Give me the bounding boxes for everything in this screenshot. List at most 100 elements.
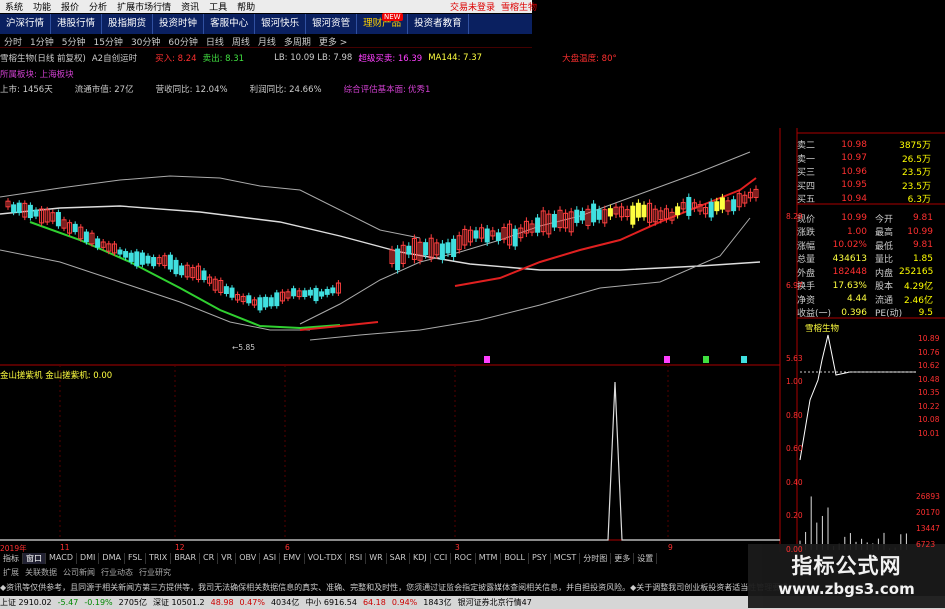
stock-name-link[interactable]: 雪榕生物 (501, 0, 537, 13)
indicator-tab[interactable]: VOL-TDX (305, 553, 347, 564)
menu-item[interactable]: 资讯 (176, 0, 204, 13)
indicator-tab[interactable]: CR (200, 553, 219, 564)
indicator-tab[interactable]: RSI (346, 553, 367, 564)
indicator-tab[interactable]: WR (366, 553, 387, 564)
menu-item[interactable]: 系统 (0, 0, 28, 13)
indicator-tab[interactable]: PSY (529, 553, 551, 564)
ask-price: 10.94 (841, 193, 867, 204)
login-status[interactable]: 交易未登录 (450, 0, 495, 13)
indicator-tab[interactable]: OBV (236, 553, 261, 564)
indicator-tab[interactable]: CCI (431, 553, 452, 564)
indicator-tab[interactable]: 更多 (611, 553, 635, 564)
candle (495, 232, 501, 241)
toolbar-item[interactable]: 银河资管 (306, 14, 358, 34)
quote-label: 收益(一) (797, 309, 832, 320)
indicator-line (0, 381, 780, 541)
indicator-tab[interactable]: 分时图 (580, 553, 612, 564)
quote-row: 现价 10.99 今开 9.81 (797, 212, 945, 226)
status-item: 中小 6916.54 (305, 598, 357, 607)
extra-tab[interactable]: 关联数据 (22, 567, 60, 578)
quote-row: 外盘 182448 内盘 252165 (797, 266, 945, 280)
period-button[interactable]: 30分钟 (127, 35, 164, 48)
quote-value: 2.46亿 (903, 295, 933, 306)
revenue-yoy: 营收同比: 12.04% (155, 85, 228, 95)
indicator-tab[interactable]: ROC (451, 553, 476, 564)
indicator-tab[interactable]: VR (218, 553, 237, 564)
indicator-tab[interactable]: MACD (46, 553, 77, 564)
period-button[interactable]: 月线 (254, 35, 280, 48)
extra-tab[interactable]: 公司新闻 (60, 567, 98, 578)
quote-row: 总量 434613 量比 1.85 (797, 252, 945, 266)
indicator-tab[interactable]: DMI (77, 553, 100, 564)
toolbar-item[interactable]: 投资者教育 (408, 14, 469, 34)
period-button[interactable]: 60分钟 (164, 35, 201, 48)
candle (134, 251, 140, 267)
indicator-tab[interactable]: FSL (125, 553, 146, 564)
indicator-tab[interactable]: MTM (476, 553, 502, 564)
indicator-tab[interactable]: ASI (260, 553, 281, 564)
score-value: 优秀1 (407, 85, 431, 95)
candle (16, 202, 22, 214)
menu-item[interactable]: 帮助 (232, 0, 260, 13)
quote-label: 涨幅 (797, 241, 816, 252)
mini-axis-label: 10.35 (918, 388, 940, 397)
toolbar-item[interactable]: 股指期货 (102, 14, 154, 34)
indicator-tab[interactable]: BOLL (501, 553, 529, 564)
candle (512, 228, 518, 247)
news-text[interactable]: ◆资讯等仅供参考，且同源于相关新闻方第三方提供等，我司无法确保相关数据信息的真实… (0, 582, 788, 593)
indicator-tab[interactable]: MCST (551, 553, 581, 564)
quote-label: 总量 (797, 255, 816, 266)
indicator-tab[interactable]: TRIX (146, 553, 172, 564)
candle (55, 212, 61, 227)
indicator-tab[interactable]: DMA (99, 553, 125, 564)
menu-item[interactable]: 功能 (28, 0, 56, 13)
indicator-tab[interactable]: SAR (387, 553, 410, 564)
status-item: 0.94% (391, 598, 418, 607)
toolbar-item[interactable]: 银河快乐 (255, 14, 307, 34)
menu-item[interactable]: 分析 (84, 0, 112, 13)
extra-tabs: 扩展 关联数据 公司新闻 行业动态 行业研究 (0, 567, 190, 578)
period-button[interactable]: 日线 (202, 35, 228, 48)
indicator-tab[interactable]: 设置 (634, 553, 658, 564)
candle (675, 206, 681, 216)
period-button[interactable]: 多周期 (280, 35, 315, 48)
candle (596, 209, 602, 220)
quote-row: 换手 17.63% 股本 4.29亿 (797, 279, 945, 293)
candle (33, 209, 39, 217)
toolbar-item[interactable]: 沪深行情 (0, 14, 52, 34)
toolbar-item[interactable]: 港股行情 (51, 14, 103, 34)
period-button[interactable]: 5分钟 (58, 35, 90, 48)
ask-row: 买五 10.94 6.3万 (797, 192, 945, 206)
indicator-tab[interactable]: EMV (280, 553, 305, 564)
indicator-tab[interactable]: 指标 (0, 553, 23, 564)
toolbar-item[interactable]: 投资时钟 (153, 14, 205, 34)
indicator-tab[interactable]: 窗口 (23, 553, 46, 564)
period-button[interactable]: 周线 (228, 35, 254, 48)
indicator-tab[interactable]: KDJ (410, 553, 431, 564)
candle (11, 204, 17, 213)
quote-label: 股本 (875, 282, 894, 293)
menu-item[interactable]: 工具 (204, 0, 232, 13)
indicator-label: 金山搓紫机 金山搓紫机: 0.00 (0, 371, 113, 381)
menu-item[interactable]: 报价 (56, 0, 84, 13)
menu-item[interactable]: 扩展市场行情 (112, 0, 176, 13)
period-button[interactable]: 15分钟 (89, 35, 126, 48)
period-bar: 分时 1分钟 5分钟 15分钟 30分钟 60分钟 日线 周线 月线 多周期 更多 > (0, 36, 532, 48)
period-button[interactable]: 分时 (0, 35, 26, 48)
candle (574, 209, 580, 223)
indicator-name: A2自创运时 (91, 54, 138, 64)
quote-label: 量比 (875, 255, 894, 266)
period-button[interactable]: 1分钟 (26, 35, 58, 48)
main-toolbar: 沪深行情 港股行情 股指期货 投资时钟 客服中心 银河快乐 银河资管 理财产品 投资者教育 (0, 14, 532, 34)
indicator-tab[interactable]: BRAR (171, 553, 201, 564)
extra-tab[interactable]: 行业动态 (98, 567, 136, 578)
extra-tab[interactable]: 行业研究 (136, 567, 174, 578)
period-button[interactable]: 更多 > (315, 35, 351, 48)
status-item: 4034亿 (270, 598, 300, 607)
extra-tab[interactable]: 扩展 (0, 567, 22, 578)
indicator-axis-label: 0.00 (786, 544, 803, 554)
boll-upper (0, 175, 421, 239)
mini-axis-label: 10.08 (918, 415, 940, 424)
toolbar-item[interactable]: 客服中心 (204, 14, 256, 34)
market-temp: 大盘温度: 80° (562, 54, 617, 64)
